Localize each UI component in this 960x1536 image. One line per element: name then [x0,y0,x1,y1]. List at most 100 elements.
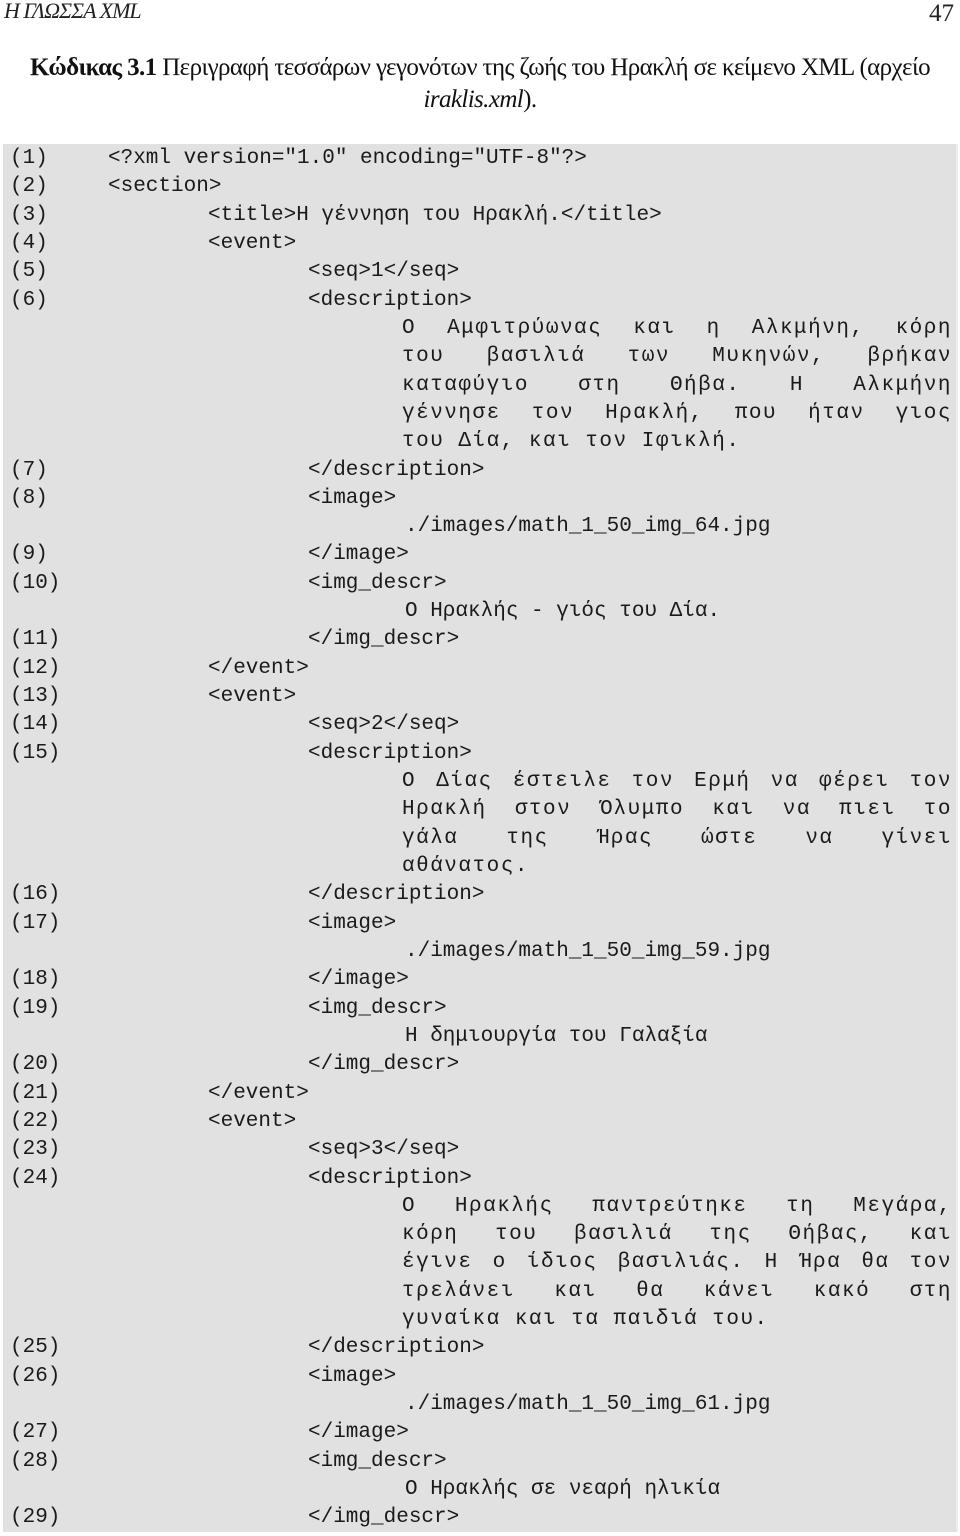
line-number: (24) [10,1166,61,1190]
code-text: <seq>2</seq> [308,713,460,737]
code-line: (4) <event> [3,230,956,258]
code-line: ./images/math_1_50_img_59.jpg [3,938,956,966]
description-text: του Δία, και τον Ιφικλή. [402,430,741,454]
line-number: (3) [10,203,48,227]
code-line: (10) <img_descr> [3,570,956,598]
line-number: (4) [10,231,48,255]
line-number: (14) [10,713,61,737]
code-text: <description> [308,1166,472,1190]
code-text: <image> [308,1364,397,1388]
code-text: <seq>1</seq> [308,260,460,284]
code-text: <event> [208,1109,297,1133]
code-text: <description> [308,741,472,765]
code-line: (5) <seq>1</seq> [3,258,956,286]
code-line: τρελάνει και θα κάνει κακό στη [3,1278,956,1306]
description-text: έγινε ο ίδιος βασιλιάς. Η Ήρα θα τον [402,1251,952,1275]
page-number: 47 [929,0,954,27]
element-content: ./images/math_1_50_img_59.jpg [405,939,771,963]
caption-filename: iraklis.xml [423,86,524,113]
code-line: (12) </event> [3,655,956,683]
code-line: (25) </description> [3,1334,956,1362]
code-line: (8) <image> [3,485,956,513]
code-line: (13) <event> [3,683,956,711]
code-line: (23) <seq>3</seq> [3,1136,956,1164]
line-number: (7) [10,458,48,482]
code-line: (24) <description> [3,1165,956,1193]
code-line: Ηρακλή στον Όλυμπο και να πιει το [3,796,956,824]
code-line: Ο Αμφιτρύωνας και η Αλκμήνη, κόρη [3,315,956,343]
code-line: αθάνατος. [3,853,956,881]
code-line: κόρη του βασιλιά της Θήβας, και [3,1221,956,1249]
caption-suffix: ). [523,86,537,113]
code-text: </event> [208,656,309,680]
code-line: γέννησε τον Ηρακλή, που ήταν γιος [3,400,956,428]
description-text: του βασιλιά των Μυκηνών, βρήκαν [402,345,952,369]
description-text: Ο Ηρακλής παντρεύτηκε τη Μεγάρα, [402,1194,952,1218]
code-text: <?xml version="1.0" encoding="UTF-8"?> [108,147,587,170]
code-text: <event> [208,685,297,709]
line-number: (29) [10,1506,61,1530]
code-line: (3) <title>Η γέννηση του Ηρακλή.</title> [3,202,956,230]
code-text: </description> [308,883,485,907]
line-number: (28) [10,1449,61,1473]
code-text: <img_descr> [308,1449,447,1473]
line-number: (5) [10,260,48,284]
code-line: (16) </description> [3,881,956,909]
code-line: (1) <?xml version="1.0" encoding="UTF-8"?… [3,145,956,173]
description-text: αθάνατος. [402,855,529,878]
code-line: ./images/math_1_50_img_64.jpg [3,513,956,541]
element-content: Ο Ηρακλής - γιός του Δία. [405,600,721,624]
element-content: Ο Ηρακλής σε νεαρή ηλικία [405,1478,721,1502]
line-number: (17) [10,911,61,935]
code-line: (7) </description> [3,457,956,485]
code-text: </img_descr> [308,1053,460,1077]
description-text: Ηρακλή στον Όλυμπο και να πιει το [402,798,952,822]
code-line: (27) </image> [3,1419,956,1447]
code-text: </img_descr> [308,628,460,652]
code-line: (26) <image> [3,1363,956,1391]
code-text: <title>Η γέννηση του Ηρακλή.</title> [208,203,662,227]
line-number: (16) [10,883,61,907]
code-text: </description> [308,458,485,482]
line-number: (25) [10,1336,61,1360]
code-line: καταφύγιο στη Θήβα. Η Αλκμήνη [3,372,956,400]
description-text: γέννησε τον Ηρακλή, που ήταν γιος [402,401,952,425]
code-line: (15) <description> [3,740,956,768]
line-number: (9) [10,543,48,567]
caption-label: Κώδικας 3.1 [30,54,157,81]
code-line: Ο Ηρακλής σε νεαρή ηλικία [3,1476,956,1504]
line-number: (15) [10,741,61,765]
line-number: (23) [10,1138,61,1162]
code-line: Η δημιουργία του Γαλαξία [3,1023,956,1051]
line-number: (19) [10,996,61,1020]
code-text: <section> [108,175,222,199]
description-text: καταφύγιο στη Θήβα. Η Αλκμήνη [402,373,952,397]
line-number: (8) [10,486,48,510]
listing-caption: Κώδικας 3.1 Περιγραφή τεσσάρων γεγονότων… [0,52,960,116]
element-content: ./images/math_1_50_img_61.jpg [405,1393,771,1417]
description-text: γυναίκα και τα παιδιά του. [402,1308,769,1332]
code-text: <description> [308,288,472,312]
description-text: Ο Αμφιτρύωνας και η Αλκμήνη, κόρη [402,316,952,340]
code-line: (11) </img_descr> [3,626,956,654]
code-line: (22) <event> [3,1108,956,1136]
line-number: (1) [10,147,48,170]
element-content: Η δημιουργία του Γαλαξία [405,1024,708,1048]
code-text: </image> [308,543,409,567]
code-line: (21) </event> [3,1080,956,1108]
caption-text: Περιγραφή τεσσάρων γεγονότων της ζωής το… [156,54,930,81]
line-number: (11) [10,628,61,652]
line-number: (18) [10,968,61,992]
code-text: </img_descr> [308,1506,460,1530]
code-text: <image> [308,486,397,510]
line-number: (6) [10,288,48,312]
line-number: (26) [10,1364,61,1388]
description-text: Ο Δίας έστειλε τον Ερμή να φέρει τον [402,770,952,794]
code-text: <event> [208,231,297,255]
code-line: Ο Ηρακλής παντρεύτηκε τη Μεγάρα, [3,1193,956,1221]
element-content: ./images/math_1_50_img_64.jpg [405,515,771,539]
line-number: (20) [10,1053,61,1077]
line-number: (12) [10,656,61,680]
code-line: (28) <img_descr> [3,1448,956,1476]
code-line: (29) </img_descr> [3,1504,956,1532]
